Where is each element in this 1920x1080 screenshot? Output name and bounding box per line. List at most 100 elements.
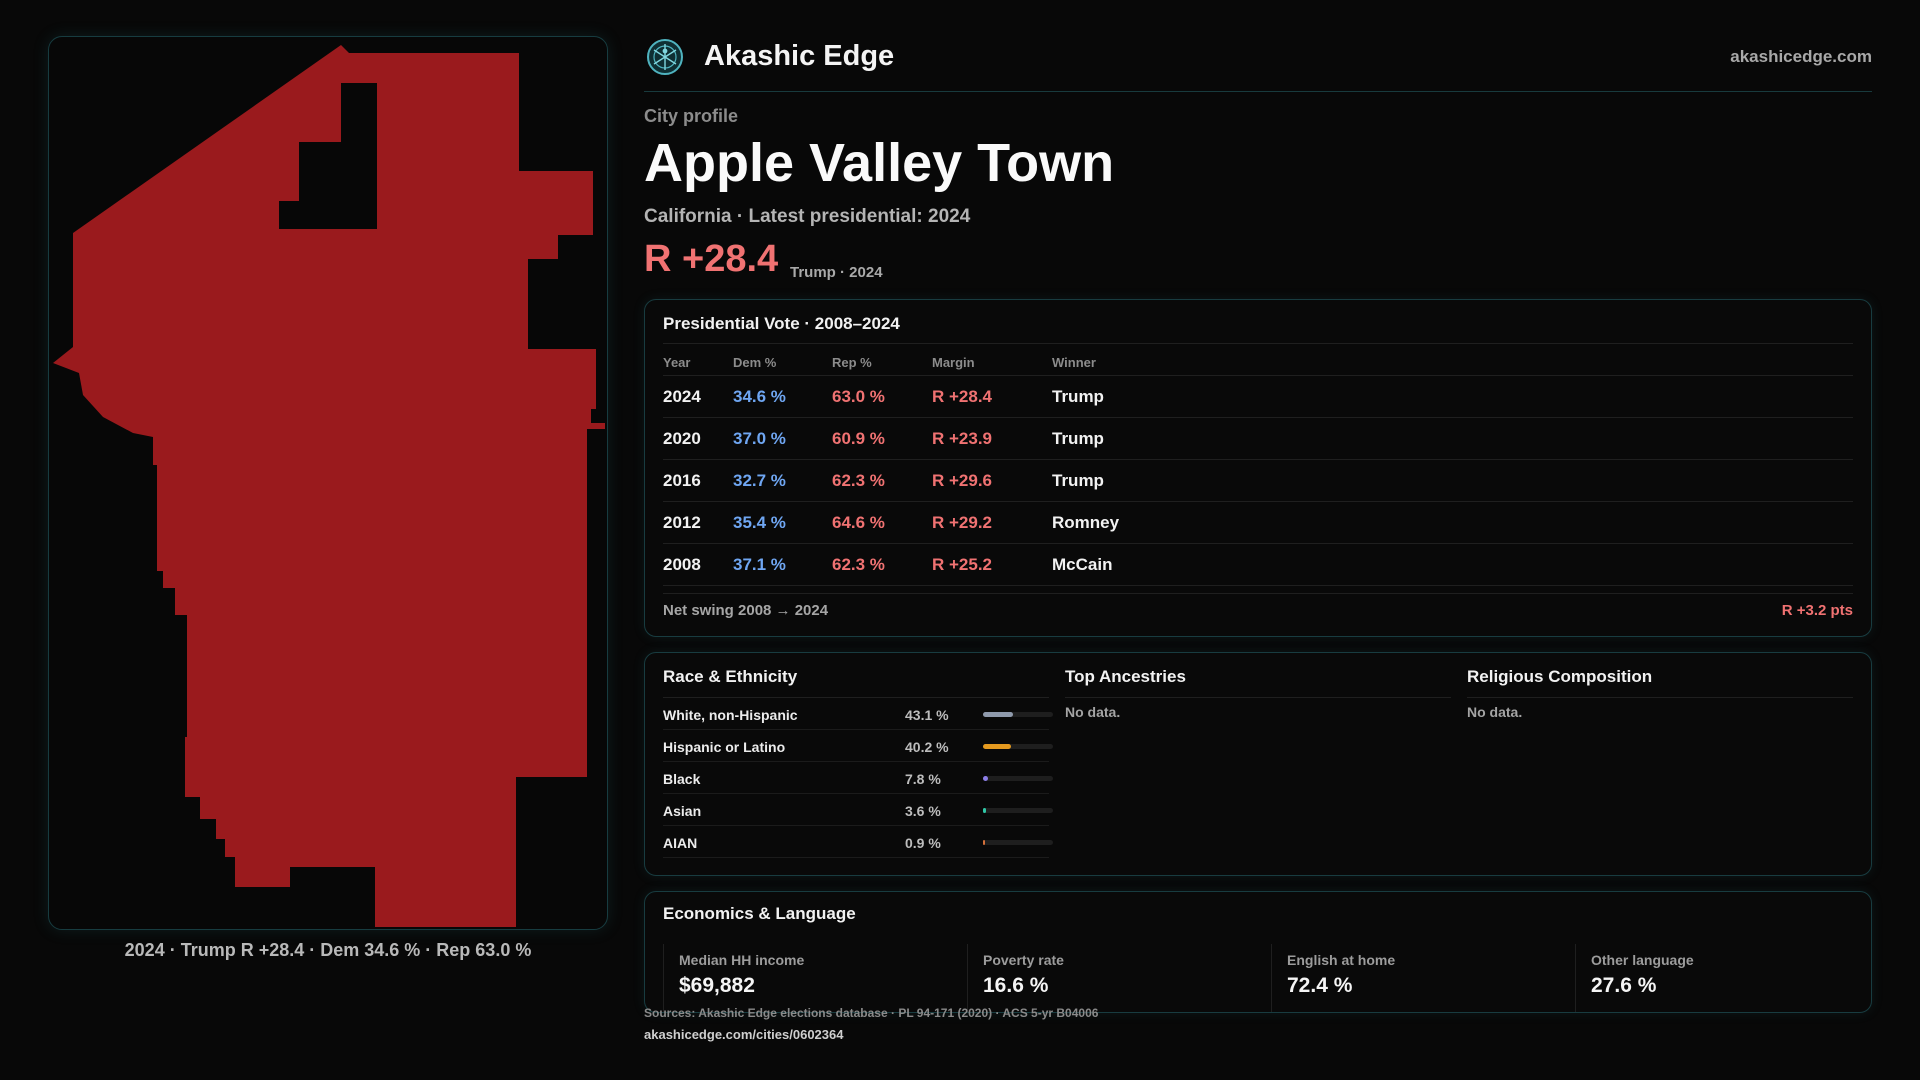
cell-rep: 62.3 % xyxy=(832,471,885,490)
cell-winner: Trump xyxy=(1052,387,1104,406)
site-domain-link[interactable]: akashicedge.com xyxy=(1730,47,1872,67)
race-bar-fill xyxy=(983,712,1014,717)
race-percent: 43.1 % xyxy=(905,707,949,723)
cell-dem: 35.4 % xyxy=(733,513,786,532)
stat-label: Median HH income xyxy=(679,952,805,968)
table-row: 2024 34.6 % 63.0 % R +28.4 Trump xyxy=(663,376,1853,418)
race-bar-track xyxy=(983,712,1053,717)
vote-table: Year Dem % Rep % Margin Winner 2024 34.6… xyxy=(663,350,1853,586)
race-bar-track xyxy=(983,744,1053,749)
race-name: Asian xyxy=(663,803,702,819)
economics-grid: Median HH income $69,882 Poverty rate 16… xyxy=(663,944,1853,1012)
ancestries-empty-text: No data. xyxy=(1065,704,1121,720)
stat-value: 72.4 % xyxy=(1287,974,1353,997)
cell-dem: 37.1 % xyxy=(733,555,786,574)
divider xyxy=(663,593,1853,594)
headline-margin-note: Trump · 2024 xyxy=(790,264,883,281)
race-bar-track xyxy=(983,840,1053,845)
race-ethnicity-section: Race & Ethnicity White, non-Hispanic 43.… xyxy=(663,667,1053,858)
cell-year: 2016 xyxy=(663,471,701,490)
cell-year: 2008 xyxy=(663,555,701,574)
page-title: Apple Valley Town xyxy=(644,133,1115,193)
divider xyxy=(1065,697,1451,698)
race-name: White, non-Hispanic xyxy=(663,707,798,723)
cell-margin: R +29.6 xyxy=(932,471,993,490)
list-item: AIAN 0.9 % xyxy=(663,826,1053,858)
sources-note: Sources: Akashic Edge elections database… xyxy=(644,1006,1099,1020)
race-bar-fill xyxy=(983,776,989,781)
cell-margin: R +25.2 xyxy=(932,555,993,574)
column-header-winner: Winner xyxy=(1052,355,1096,370)
table-row: 2016 32.7 % 62.3 % R +29.6 Trump xyxy=(663,460,1853,502)
cell-year: 2012 xyxy=(663,513,701,532)
net-swing-label: Net swing 2008 → 2024 xyxy=(663,602,829,619)
race-percent: 0.9 % xyxy=(905,835,941,851)
race-bar-fill xyxy=(983,744,1012,749)
stat-label: Poverty rate xyxy=(983,952,1064,968)
stat-median-income: Median HH income $69,882 xyxy=(663,944,967,1012)
religious-composition-section: Religious Composition No data. xyxy=(1467,667,1853,720)
column-header-margin: Margin xyxy=(932,355,975,370)
race-bar-fill xyxy=(983,840,985,845)
headline-margin: R +28.4 xyxy=(644,238,779,280)
top-ancestries-section: Top Ancestries No data. xyxy=(1065,667,1451,720)
stat-value: 27.6 % xyxy=(1591,974,1657,997)
race-bar-track xyxy=(983,776,1053,781)
race-bar-track xyxy=(983,808,1053,813)
page-url-link[interactable]: akashicedge.com/cities/0602364 xyxy=(644,1027,843,1042)
cell-margin: R +23.9 xyxy=(932,429,993,448)
cell-dem: 32.7 % xyxy=(733,471,786,490)
cell-rep: 63.0 % xyxy=(832,387,885,406)
table-row: 2012 35.4 % 64.6 % R +29.2 Romney xyxy=(663,502,1853,544)
cell-winner: Trump xyxy=(1052,429,1104,448)
presidential-vote-card: Presidential Vote · 2008–2024 Year Dem %… xyxy=(644,299,1872,637)
stat-value: $69,882 xyxy=(679,974,755,997)
cell-rep: 64.6 % xyxy=(832,513,885,532)
cell-margin: R +29.2 xyxy=(932,513,993,532)
cell-rep: 60.9 % xyxy=(832,429,885,448)
page-eyebrow: City profile xyxy=(644,106,739,126)
economics-language-card: Economics & Language Median HH income $6… xyxy=(644,891,1872,1013)
race-list: White, non-Hispanic 43.1 % Hispanic or L… xyxy=(663,698,1053,858)
city-boundary-shape xyxy=(53,45,605,927)
race-percent: 7.8 % xyxy=(905,771,941,787)
vote-table-header: Year Dem % Rep % Margin Winner xyxy=(663,350,1853,376)
map-caption: 2024 · Trump R +28.4 · Dem 34.6 % · Rep … xyxy=(124,940,532,960)
cell-winner: McCain xyxy=(1052,555,1113,574)
cell-winner: Romney xyxy=(1052,513,1120,532)
religion-empty-text: No data. xyxy=(1467,704,1523,720)
stat-label: English at home xyxy=(1287,952,1396,968)
cell-dem: 37.0 % xyxy=(733,429,786,448)
net-swing-value: R +3.2 pts xyxy=(1781,602,1853,619)
city-profile-page: 2024 · Trump R +28.4 · Dem 34.6 % · Rep … xyxy=(0,0,1920,1080)
race-bar-fill xyxy=(983,808,986,813)
list-item: Hispanic or Latino 40.2 % xyxy=(663,730,1053,762)
list-item: Asian 3.6 % xyxy=(663,794,1053,826)
cell-year: 2020 xyxy=(663,429,701,448)
vote-card-title: Presidential Vote · 2008–2024 xyxy=(663,314,900,333)
divider xyxy=(663,343,1853,344)
brand-name[interactable]: Akashic Edge xyxy=(704,40,894,73)
stat-other-language: Other language 27.6 % xyxy=(1575,944,1871,1012)
race-percent: 3.6 % xyxy=(905,803,941,819)
top-ancestries-title: Top Ancestries xyxy=(1065,667,1186,686)
stat-value: 16.6 % xyxy=(983,974,1049,997)
race-ethnicity-title: Race & Ethnicity xyxy=(663,667,798,686)
stat-label: Other language xyxy=(1591,952,1694,968)
column-header-year: Year xyxy=(663,355,691,370)
site-header: Akashic Edge akashicedge.com xyxy=(644,30,1872,92)
column-header-dem: Dem % xyxy=(733,355,777,370)
demographics-card: Race & Ethnicity White, non-Hispanic 43.… xyxy=(644,652,1872,876)
race-percent: 40.2 % xyxy=(905,739,949,755)
column-header-rep: Rep % xyxy=(832,355,872,370)
divider xyxy=(1467,697,1853,698)
stat-poverty-rate: Poverty rate 16.6 % xyxy=(967,944,1271,1012)
cell-margin: R +28.4 xyxy=(932,387,993,406)
cell-year: 2024 xyxy=(663,387,701,406)
stat-english-at-home: English at home 72.4 % xyxy=(1271,944,1575,1012)
akashic-edge-logo-icon[interactable] xyxy=(646,38,684,76)
economics-title: Economics & Language xyxy=(663,904,856,923)
list-item: White, non-Hispanic 43.1 % xyxy=(663,698,1053,730)
race-name: AIAN xyxy=(663,835,698,851)
cell-dem: 34.6 % xyxy=(733,387,786,406)
